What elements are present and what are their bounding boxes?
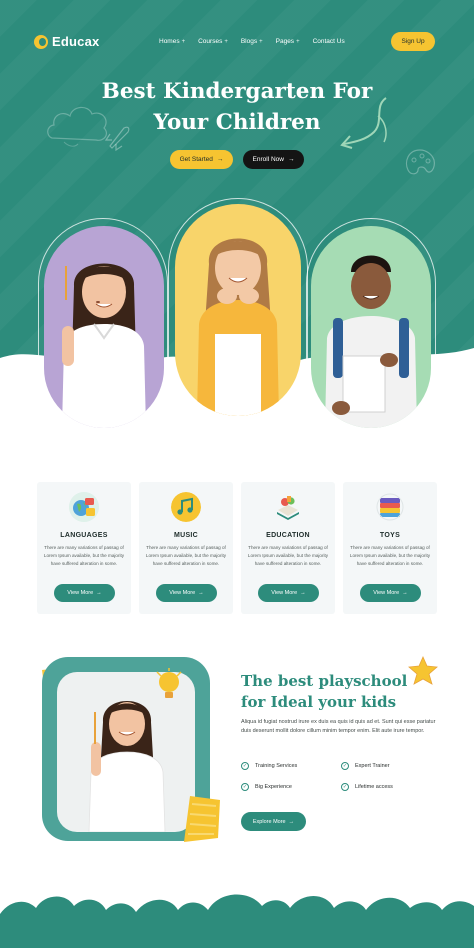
nav-item-courses[interactable]: Courses + [198, 38, 228, 45]
about-feature-item: ✓ Big Experience [241, 783, 292, 791]
student-photo-girl-left [44, 226, 164, 428]
music-icon [171, 492, 201, 522]
top-navigation: Educax Homes + Courses + Blogs + Pages +… [0, 30, 474, 56]
features-grid: LANGUAGES There are many variations of p… [37, 482, 437, 614]
about-feature-item: ✓ Expert Trainer [341, 762, 390, 770]
nav-item-homes[interactable]: Homes + [159, 38, 185, 45]
nav-item-contact-us[interactable]: Contact Us [313, 38, 345, 45]
feature-card-music: MUSIC There are many variations of passa… [139, 482, 233, 614]
toys-icon [375, 492, 405, 522]
student-photo-boy-right [311, 226, 431, 428]
feature-title: MUSIC [173, 532, 199, 539]
about-feature-label: Expert Trainer [355, 763, 390, 769]
explore-more-button[interactable]: Explore More → [241, 812, 306, 831]
lightbulb-icon [156, 668, 182, 698]
about-description: Aliqua id fugiat nostrud irure ex duis e… [241, 719, 436, 734]
check-circle-icon: ✓ [241, 762, 249, 770]
feature-card-toys: TOYS There are many variations of passag… [343, 482, 437, 614]
view-more-button[interactable]: View More → [258, 584, 319, 602]
about-feature-item: ✓ Lifetime access [341, 783, 393, 791]
arrow-right-icon: → [402, 590, 408, 596]
feature-description: There are many variations of passag of L… [349, 545, 431, 566]
check-circle-icon: ✓ [241, 783, 249, 791]
brand-logo[interactable]: Educax [34, 34, 99, 49]
plus-icon: + [296, 38, 300, 45]
about-feature-label: Training Services [255, 763, 298, 769]
plus-icon: + [224, 38, 228, 45]
brand-name: Educax [52, 34, 100, 49]
view-more-button[interactable]: View More → [156, 584, 217, 602]
feature-card-languages: LANGUAGES There are many variations of p… [37, 482, 131, 614]
get-started-button[interactable]: Get Started → [170, 150, 233, 169]
signup-button[interactable]: Sign Up [391, 32, 435, 51]
feature-card-education: EDUCATION There are many variations of p… [241, 482, 335, 614]
education-icon [273, 492, 303, 522]
enroll-now-button[interactable]: Enroll Now → [243, 150, 304, 169]
arrow-right-icon: → [198, 590, 204, 596]
feature-description: There are many variations of passag of L… [145, 545, 227, 566]
hero-title-line-1: Best Kindergarten For [101, 79, 373, 104]
feature-title: TOYS [379, 532, 401, 539]
about-title: The best playschool for Ideal your kids [241, 671, 441, 713]
about-feature-item: ✓ Training Services [241, 762, 297, 770]
nav-label: Blogs [240, 38, 258, 45]
button-label: Enroll Now [252, 156, 284, 163]
feature-title: EDUCATION [266, 532, 310, 539]
scribble-doodle-icon [184, 796, 220, 842]
about-feature-label: Big Experience [255, 784, 292, 790]
nav-label: Courses [198, 38, 223, 45]
arrow-right-icon: → [287, 156, 295, 163]
main-menu: Homes + Courses + Blogs + Pages + Contac… [159, 38, 345, 45]
student-photo-girl-center [175, 204, 301, 416]
button-label: View More [67, 590, 94, 596]
palette-doodle-icon [405, 149, 435, 175]
arrow-right-icon: → [288, 818, 295, 825]
about-feature-list: ✓ Training Services ✓ Expert Trainer ✓ B… [241, 760, 431, 800]
button-label: View More [373, 590, 400, 596]
arrow-right-icon: → [96, 590, 102, 596]
footer-cloud-border [0, 894, 474, 948]
nav-item-pages[interactable]: Pages + [276, 38, 300, 45]
hero-buttons: Get Started → Enroll Now → [170, 150, 304, 169]
about-title-line-1: The best playschool [241, 672, 408, 690]
view-more-button[interactable]: View More → [54, 584, 115, 602]
feature-description: There are many variations of passag of L… [43, 545, 125, 566]
logo-icon [34, 34, 48, 49]
arrow-right-icon: → [300, 590, 306, 596]
nav-label: Homes [159, 38, 180, 45]
nav-label: Contact Us [312, 38, 345, 45]
button-label: View More [271, 590, 298, 596]
about-title-line-2: for Ideal your kids [241, 693, 397, 711]
button-label: View More [169, 590, 196, 596]
arrow-right-icon: → [216, 156, 224, 163]
plus-icon: + [181, 38, 186, 45]
hero-title: Best Kindergarten For Your Children [0, 76, 474, 138]
check-circle-icon: ✓ [341, 783, 349, 791]
nav-label: Pages [275, 38, 295, 45]
button-label: Explore More [252, 818, 286, 825]
hero-title-line-2: Your Children [153, 110, 321, 135]
about-feature-label: Lifetime access [355, 784, 393, 790]
feature-description: There are many variations of passag of L… [247, 545, 329, 566]
view-more-button[interactable]: View More → [360, 584, 421, 602]
plus-icon: + [259, 38, 263, 45]
check-circle-icon: ✓ [341, 762, 349, 770]
languages-icon [69, 492, 99, 522]
feature-title: LANGUAGES [60, 532, 108, 539]
button-label: Get Started [179, 156, 213, 163]
nav-item-blogs[interactable]: Blogs + [241, 38, 263, 45]
